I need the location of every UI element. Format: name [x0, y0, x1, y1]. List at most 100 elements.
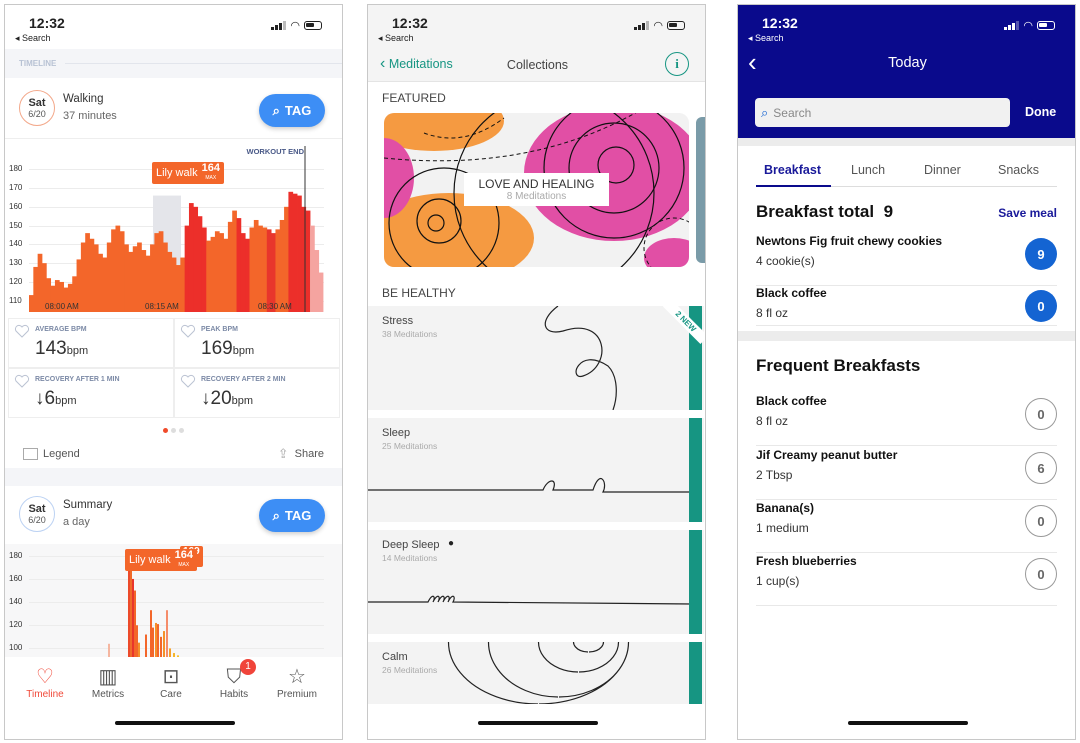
hr-bar [134, 590, 136, 660]
tab-metrics[interactable]: ▥ Metrics [78, 665, 138, 700]
points-badge[interactable]: 0 [1025, 558, 1057, 590]
hr-bar [266, 229, 272, 312]
food-item[interactable]: Jif Creamy peanut butter 2 Tbsp 6 [756, 448, 1057, 500]
info-badge-icon: ● [448, 538, 455, 549]
hr-bar [102, 257, 108, 312]
accent-strip [689, 418, 702, 522]
collection-item[interactable]: Stress 38 Meditations 2 NEW [368, 306, 704, 410]
tab-premium[interactable]: ☆ Premium [267, 665, 327, 700]
points-badge[interactable]: 6 [1025, 452, 1057, 484]
food-item[interactable]: Banana(s) 1 medium 0 [756, 501, 1057, 553]
collection-count: 38 Meditations [382, 329, 438, 339]
tooltip-name: Lily walk [156, 167, 198, 179]
home-indicator [115, 721, 235, 725]
hr-bar [80, 242, 86, 312]
date-badge: Sat 6/20 [19, 90, 55, 126]
home-indicator [848, 721, 968, 725]
food-name: Banana(s) [756, 501, 815, 515]
back-to-search[interactable]: ◂ Search [748, 33, 784, 44]
tab-habits[interactable]: ⛉ Habits 1 [204, 659, 264, 700]
care-icon: ⊡ [162, 666, 180, 688]
hr-bar [219, 233, 224, 312]
collection-item[interactable]: Calm 26 Meditations [368, 642, 704, 704]
stat-tile: PEAK BPM 169bpm [174, 318, 340, 368]
page-dots[interactable] [163, 428, 184, 433]
tab-breakfast[interactable]: Breakfast [764, 163, 821, 177]
food-item[interactable]: Black coffee 8 fl oz 0 [756, 394, 1057, 446]
legend-button[interactable]: Legend [23, 448, 80, 460]
hr-bar [193, 206, 199, 312]
wifi-icon: ◠ [1023, 20, 1033, 32]
food-quantity: 8 fl oz [756, 414, 789, 428]
tab-dinner[interactable]: Dinner [924, 163, 961, 177]
stat-tile: AVERAGE BPM 143bpm [8, 318, 174, 368]
featured-card[interactable]: LOVE AND HEALING 8 Meditations [384, 113, 689, 267]
share-button[interactable]: ⇪ Share [278, 446, 324, 462]
back-to-search[interactable]: ◂ Search [15, 33, 51, 44]
hr-bar [206, 240, 211, 312]
hr-bar [305, 210, 311, 312]
collection-item[interactable]: Sleep 25 Meditations [368, 418, 704, 522]
status-time: 12:32 [29, 15, 65, 31]
points-badge[interactable]: 9 [1025, 238, 1057, 270]
x-tick-label: 08:15 AM [145, 302, 179, 311]
tab-care[interactable]: ⊡ Care [141, 665, 201, 700]
hr-bar [201, 227, 207, 312]
hr-bar [279, 219, 285, 312]
food-quantity: 1 cup(s) [756, 574, 800, 588]
stat-value: 169bpm [201, 338, 255, 359]
hr-bar [136, 625, 138, 660]
hr-bar [166, 610, 168, 660]
heart-outline-icon [14, 324, 30, 338]
battery-icon [304, 21, 322, 30]
stat-tile: RECOVERY AFTER 2 MIN ↓20bpm [174, 368, 340, 418]
hr-bar [29, 295, 34, 312]
workout-duration: 37 minutes [63, 110, 117, 122]
featured-label: FEATURED [382, 91, 446, 105]
tooltip-value: 164 MAX [201, 162, 220, 182]
back-to-search[interactable]: ◂ Search [378, 33, 414, 44]
food-quantity: 2 Tbsp [756, 468, 793, 482]
hr-bar [297, 195, 302, 312]
tab-snacks[interactable]: Snacks [998, 163, 1039, 177]
tab-label: Premium [276, 689, 317, 700]
hr-bar [93, 244, 99, 312]
workout-title: Walking [63, 93, 104, 105]
tab-lunch[interactable]: Lunch [851, 163, 885, 177]
points-badge[interactable]: 0 [1025, 290, 1057, 322]
hr-bar [292, 193, 298, 312]
hr-bar [271, 233, 276, 312]
heart-icon: ♡ [36, 666, 54, 688]
search-field[interactable]: ⌕ Search [755, 98, 1010, 127]
food-name: Newtons Fig fruit chewy cookies [756, 234, 943, 248]
hr-bar [119, 231, 125, 312]
hr-bar [130, 561, 132, 660]
hr-bar [33, 266, 39, 312]
hr-bar [284, 206, 289, 312]
notification-badge: 1 [240, 659, 256, 675]
food-item[interactable]: Black coffee 8 fl oz 0 [756, 286, 1057, 326]
stat-label: AVERAGE BPM [35, 326, 87, 333]
collection-title: Deep Sleep [382, 539, 440, 551]
points-badge[interactable]: 0 [1025, 505, 1057, 537]
collection-count: 26 Meditations [382, 665, 438, 675]
food-item[interactable]: Fresh blueberries 1 cup(s) 0 [756, 554, 1057, 606]
hr-bar [111, 229, 116, 312]
food-item[interactable]: Newtons Fig fruit chewy cookies 4 cookie(… [756, 234, 1057, 286]
done-button[interactable]: Done [1025, 105, 1056, 119]
collection-item[interactable]: Deep Sleep ● 14 Meditations [368, 530, 704, 634]
points-badge[interactable]: 0 [1025, 398, 1057, 430]
hr-bar [184, 225, 190, 312]
info-icon[interactable]: i [665, 52, 689, 76]
summary-title: Summary [63, 499, 113, 511]
tag-button[interactable]: ⌕ TAG [259, 94, 325, 127]
hr-bar [210, 236, 216, 312]
meal-total: Breakfast total 9 [756, 202, 894, 221]
hr-bar [85, 233, 90, 312]
save-meal-button[interactable]: Save meal [998, 206, 1057, 220]
tag-button[interactable]: ⌕ TAG [259, 499, 325, 532]
hr-bar [37, 253, 43, 312]
tab-timeline[interactable]: ♡ Timeline [15, 665, 75, 700]
hr-bar [197, 216, 203, 312]
stat-value: ↓6bpm [35, 388, 77, 409]
